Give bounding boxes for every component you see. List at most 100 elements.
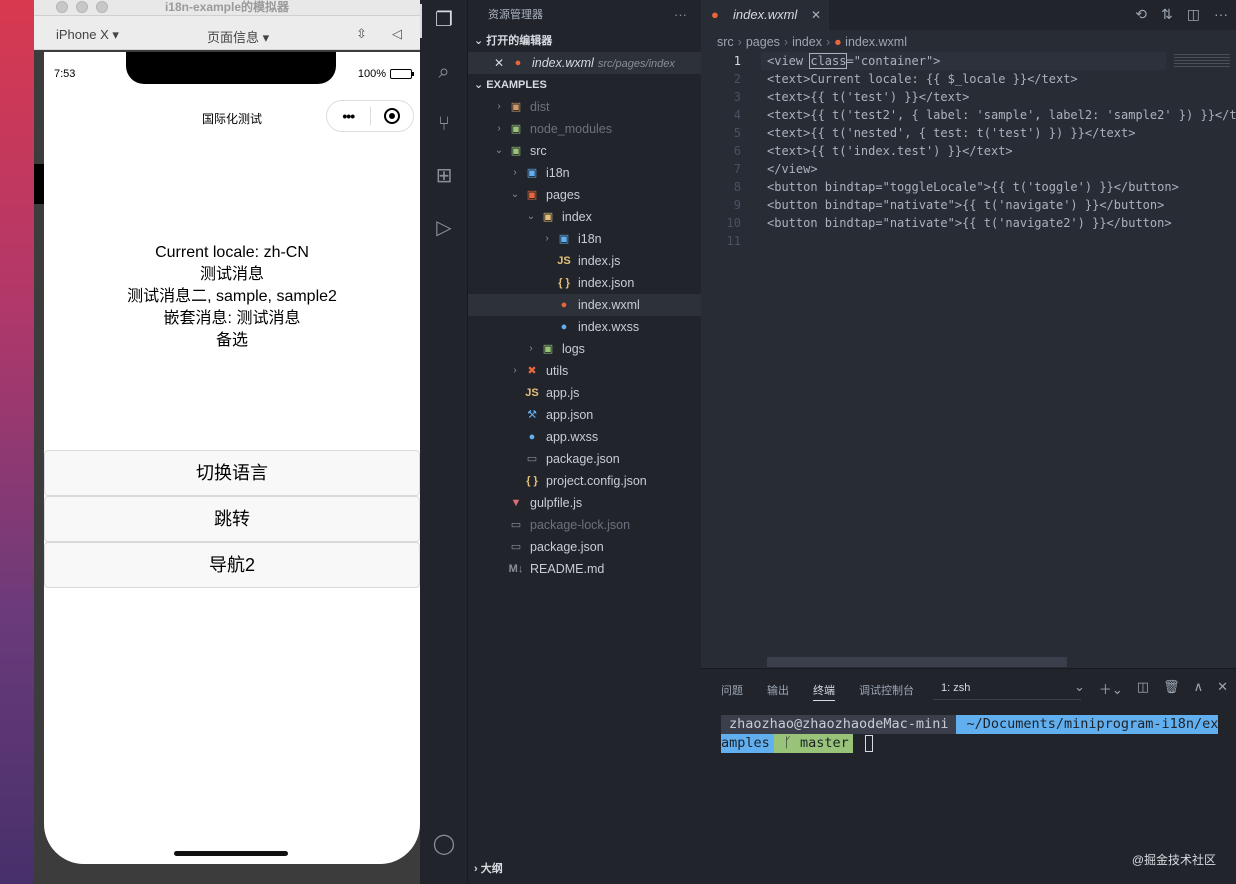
tree-item[interactable]: › ✖ utils (468, 360, 701, 382)
volume-icon[interactable]: ◁ (392, 26, 402, 42)
tree-item[interactable]: { } project.config.json (468, 470, 701, 492)
toggle-locale-button[interactable]: 切换语言 (44, 450, 420, 496)
close-editor-icon[interactable]: ✕ (494, 52, 504, 74)
code-editor[interactable]: 1 <view class="container"> 2 <text>Current… (701, 52, 1236, 657)
tree-item[interactable]: ▼ gulpfile.js (468, 492, 701, 514)
more-icon[interactable]: ••• (327, 108, 370, 124)
open-editor-item[interactable]: ✕ ● index.wxml src/pages/index (468, 52, 701, 74)
explorer-icon[interactable]: ❐ (432, 8, 456, 32)
code-line[interactable]: 5 <text>{{ t('nested', { test: t('test')… (701, 124, 1236, 142)
tree-item[interactable]: JS index.js (468, 250, 701, 272)
terminal-prompt[interactable]: zhaozhao@zhaozhaodeMac-mini ~/Documents/m… (721, 715, 1219, 753)
tree-item[interactable]: ● app.wxss (468, 426, 701, 448)
tree-item[interactable]: { } index.json (468, 272, 701, 294)
code-line[interactable]: 11 (701, 232, 1236, 250)
tree-item[interactable]: › ▣ i18n (468, 162, 701, 184)
tree-item[interactable]: M↓ README.md (468, 558, 701, 580)
breadcrumb-sep-icon: › (825, 35, 831, 49)
split-terminal-icon[interactable]: ◫ (1137, 679, 1149, 698)
npm-file-icon: ▭ (526, 453, 538, 465)
tree-item[interactable]: › ▣ logs (468, 338, 701, 360)
chevron-right-icon[interactable]: › (542, 228, 552, 250)
device-selector[interactable]: iPhone X ▾ (56, 27, 119, 43)
tab-debug-console[interactable]: 调试控制台 (859, 682, 914, 698)
chevron-down-icon[interactable]: ⌄ (510, 184, 520, 206)
extensions-icon[interactable]: ⊞ (432, 164, 456, 188)
source-control-icon[interactable]: ⑂ (432, 112, 456, 136)
split-editor-icon[interactable]: ◫ (1187, 6, 1200, 23)
tree-item[interactable]: ▭ package.json (468, 536, 701, 558)
chevron-down-icon[interactable]: ⌄ (526, 206, 536, 228)
run-debug-icon[interactable]: ▷ (432, 216, 456, 240)
workspace-section[interactable]: ⌄ EXAMPLES (468, 74, 701, 96)
horizontal-scrollbar[interactable] (767, 657, 1067, 667)
terminal-select[interactable]: 1: zsh (941, 682, 970, 694)
outline-label: 大纲 (480, 863, 503, 875)
minimap[interactable] (1174, 54, 1230, 68)
code-line[interactable]: 7 </view> (701, 160, 1236, 178)
compare-icon[interactable]: ⇅ (1161, 6, 1173, 23)
chevron-right-icon[interactable]: › (494, 96, 504, 118)
code-text: <text>{{ t('index.test') }}</text> (767, 144, 1013, 158)
code-line[interactable]: 8 <button bindtap="toggleLocale">{{ t('to… (701, 178, 1236, 196)
tree-item[interactable]: JS app.js (468, 382, 701, 404)
chevron-down-icon[interactable]: ⌄ (494, 140, 504, 162)
code-line[interactable]: 3 <text>{{ t('test') }}</text> (701, 88, 1236, 106)
page-info-dropdown[interactable]: 页面信息 ▾ (207, 27, 269, 46)
tree-item[interactable]: ▭ package.json (468, 448, 701, 470)
timeline-icon[interactable]: ⟲ (1135, 6, 1147, 23)
tree-item[interactable]: › ▣ dist (468, 96, 701, 118)
open-editors-section[interactable]: ⌄ 打开的编辑器 (468, 30, 701, 52)
nested-message-line: 嵌套消息: 测试消息 (163, 310, 301, 327)
tree-item[interactable]: ● index.wxml (468, 294, 701, 316)
tree-item[interactable]: ⌄ ▣ index (468, 206, 701, 228)
breadcrumb-sep-icon: › (783, 35, 789, 49)
navigate2-button[interactable]: 导航2 (44, 542, 420, 588)
account-icon[interactable]: ◯ (432, 832, 456, 856)
chevron-down-icon[interactable]: ⌄ (1074, 679, 1085, 698)
explorer-more-icon[interactable]: ··· (674, 0, 687, 30)
pages-folder-icon: ▣ (526, 189, 538, 201)
code-line[interactable]: 6 <text>{{ t('index.test') }}</text> (701, 142, 1236, 160)
tab-index-wxml[interactable]: ● index.wxml ✕ (701, 0, 829, 30)
tree-item[interactable]: ⌄ ▣ pages (468, 184, 701, 206)
tab-output[interactable]: 输出 (767, 682, 789, 698)
code-line[interactable]: 9 <button bindtap="nativate">{{ t('naviga… (701, 196, 1236, 214)
outline-section[interactable]: › 大纲 (468, 858, 503, 880)
close-panel-icon[interactable]: ✕ (1217, 679, 1228, 698)
mute-icon[interactable]: ⇳ (356, 26, 367, 42)
breadcrumb-pages[interactable]: pages (746, 35, 780, 49)
chevron-right-icon[interactable]: › (494, 118, 504, 140)
tab-problems[interactable]: 问题 (721, 682, 743, 698)
trash-icon[interactable]: 🗑 (1163, 679, 1180, 698)
tree-item[interactable]: ⚒ app.json (468, 404, 701, 426)
new-terminal-icon[interactable]: ＋⌄ (1099, 679, 1123, 698)
code-line[interactable]: 10 <button bindtap="nativate">{{ t('navig… (701, 214, 1236, 232)
tree-item[interactable]: ● index.wxss (468, 316, 701, 338)
chevron-right-icon[interactable]: › (526, 338, 536, 360)
search-icon[interactable]: ⌕ (432, 60, 456, 84)
tree-item[interactable]: ▭ package-lock.json (468, 514, 701, 536)
breadcrumb-index[interactable]: index (792, 35, 822, 49)
chevron-right-icon[interactable]: › (510, 162, 520, 184)
code-line[interactable]: 2 <text>Current locale: {{ $_locale }}</… (701, 70, 1236, 88)
close-miniprogram-icon[interactable] (370, 108, 413, 124)
wxss-file-icon: ● (560, 321, 568, 333)
more-actions-icon[interactable]: ··· (1214, 6, 1228, 23)
markdown-file-icon: M↓ (508, 563, 524, 575)
line-number: 2 (733, 72, 741, 86)
chevron-right-icon[interactable]: › (510, 360, 520, 382)
tree-item[interactable]: ⌄ ▣ src (468, 140, 701, 162)
breadcrumb-src[interactable]: src (717, 35, 734, 49)
tree-item[interactable]: › ▣ node_modules (468, 118, 701, 140)
tree-item[interactable]: › ▣ i18n (468, 228, 701, 250)
tab-terminal[interactable]: 终端 (813, 682, 835, 701)
breadcrumb-file[interactable]: index.wxml (845, 35, 907, 49)
close-tab-icon[interactable]: ✕ (811, 0, 821, 30)
maximize-panel-icon[interactable]: ∧ (1194, 679, 1204, 698)
navigate-button[interactable]: 跳转 (44, 496, 420, 542)
code-line[interactable]: 4 <text>{{ t('test2', { label: 'sample',… (701, 106, 1236, 124)
code-line[interactable]: 1 <view class="container"> (701, 52, 1236, 70)
npm-file-icon: ▭ (510, 541, 522, 553)
locale-line: Current locale: zh-CN (155, 244, 309, 261)
